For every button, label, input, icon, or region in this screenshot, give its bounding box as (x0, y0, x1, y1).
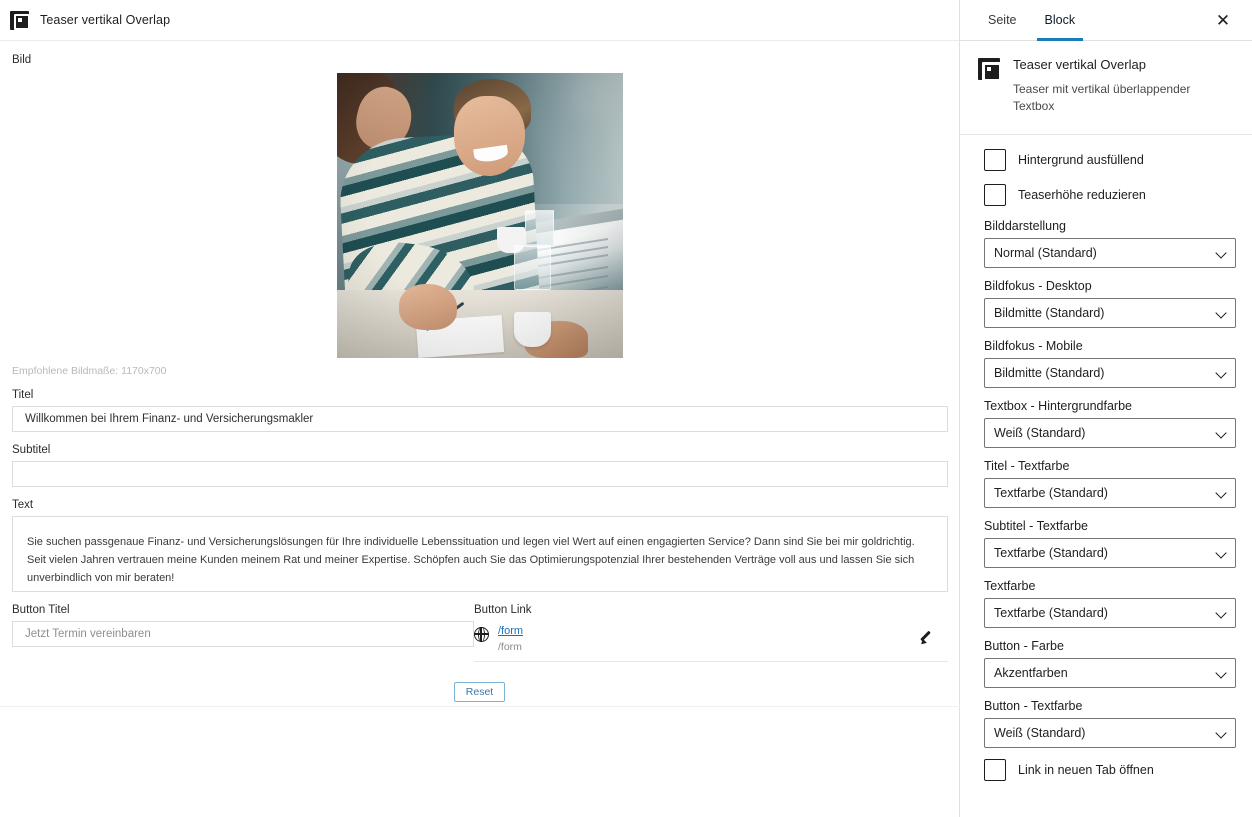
select-control[interactable]: Textfarbe (Standard) (984, 478, 1236, 509)
select-control[interactable]: Weiß (Standard) (984, 718, 1236, 749)
select-titel-textfarbe[interactable]: Textfarbe (Standard) (984, 478, 1236, 509)
select-label-textfarbe: Textfarbe (984, 579, 1036, 594)
checkbox-label: Teaserhöhe reduzieren (1018, 188, 1146, 203)
select-control[interactable]: Textfarbe (Standard) (984, 598, 1236, 629)
editor-body: Bild Empfohlene Bildmaße: 1170x700 Titel… (0, 54, 959, 702)
select-button-farbe[interactable]: Akzentfarben (984, 658, 1236, 689)
checkbox-label: Hintergrund ausfüllend (1018, 153, 1144, 168)
select-label-textbox-hintergrundfarbe: Textbox - Hintergrundfarbe (984, 399, 1132, 414)
block-toolbar-title: Teaser vertikal Overlap (40, 13, 171, 27)
button-title-column: Button Titel (0, 604, 474, 662)
checkbox-label: Link in neuen Tab öffnen (1018, 763, 1154, 778)
link-info: /form /form (498, 625, 523, 654)
text-field-label: Text (12, 499, 34, 511)
block-breadcrumb[interactable]: Teaser vertikal Overlap (10, 10, 171, 30)
subtitle-input[interactable] (12, 461, 948, 487)
block-teaser-icon (978, 58, 1002, 82)
checkbox-box[interactable] (984, 149, 1006, 172)
select-label-bilddarstellung: Bilddarstellung (984, 219, 1066, 234)
block-toolbar: Teaser vertikal Overlap (0, 0, 959, 41)
button-link-url[interactable]: /form (498, 625, 523, 639)
sidebar-controls: Hintergrund ausfüllend Teaserhöhe reduzi… (960, 135, 1252, 794)
select-bildfokus-mobile[interactable]: Bildmitte (Standard) (984, 358, 1236, 389)
button-link-row[interactable]: /form /form (473, 621, 948, 662)
select-control[interactable]: Weiß (Standard) (984, 418, 1236, 449)
title-field-label: Titel (12, 389, 34, 401)
teaser-image[interactable] (336, 73, 623, 358)
block-info-text: Teaser vertikal Overlap Teaser mit verti… (1013, 57, 1234, 115)
button-link-subtext: /form (498, 640, 522, 653)
edit-pencil-icon[interactable] (918, 629, 934, 645)
checkbox-box[interactable] (984, 184, 1006, 207)
button-link-label: Button Link (474, 604, 532, 616)
globe-icon (473, 626, 489, 642)
select-control[interactable]: Akzentfarben (984, 658, 1236, 689)
subtitle-field-label: Subtitel (12, 444, 51, 456)
button-title-label: Button Titel (12, 604, 70, 616)
select-button-textfarbe[interactable]: Weiß (Standard) (984, 718, 1236, 749)
image-preview-wrapper[interactable] (0, 73, 959, 358)
select-control[interactable]: Normal (Standard) (984, 238, 1236, 269)
settings-sidebar: Seite Block ✕ Teaser vertikal Overlap Te… (960, 0, 1252, 817)
select-textbox-hintergrundfarbe[interactable]: Weiß (Standard) (984, 418, 1236, 449)
title-input[interactable] (12, 406, 948, 432)
select-label-button-farbe: Button - Farbe (984, 639, 1064, 654)
select-label-bildfokus-mobile: Bildfokus - Mobile (984, 339, 1083, 354)
block-teaser-icon (10, 10, 30, 30)
checkbox-hintergrund-ausfuellend[interactable]: Hintergrund ausfüllend (984, 149, 1228, 172)
select-label-button-textfarbe: Button - Textfarbe (984, 699, 1083, 714)
button-link-column: Button Link /form /form (473, 604, 948, 662)
text-textarea[interactable]: Sie suchen passgenaue Finanz- und Versic… (12, 516, 948, 592)
select-textfarbe[interactable]: Textfarbe (Standard) (984, 598, 1236, 629)
select-bildfokus-desktop[interactable]: Bildmitte (Standard) (984, 298, 1236, 329)
button-settings-row: Button Titel Button Link /form /form (0, 604, 959, 662)
editor-pane: Teaser vertikal Overlap Bild Empfohlene … (0, 0, 960, 817)
select-control[interactable]: Bildmitte (Standard) (984, 358, 1236, 389)
checkbox-box[interactable] (984, 759, 1006, 782)
photo-vignette (336, 73, 623, 358)
select-control[interactable]: Textfarbe (Standard) (984, 538, 1236, 569)
tab-seite[interactable]: Seite (974, 0, 1031, 40)
checkbox-link-neuer-tab[interactable]: Link in neuen Tab öffnen (984, 759, 1228, 782)
reset-row: Reset (0, 681, 959, 702)
select-label-bildfokus-desktop: Bildfokus - Desktop (984, 279, 1092, 294)
select-label-titel-textfarbe: Titel - Textfarbe (984, 459, 1070, 474)
block-info-card: Teaser vertikal Overlap Teaser mit verti… (960, 41, 1252, 136)
close-sidebar-icon[interactable]: ✕ (1206, 0, 1240, 40)
select-bilddarstellung[interactable]: Normal (Standard) (984, 238, 1236, 269)
image-field-label: Bild (12, 54, 32, 66)
select-subtitel-textfarbe[interactable]: Textfarbe (Standard) (984, 538, 1236, 569)
tab-block[interactable]: Block (1031, 0, 1090, 41)
image-size-hint: Empfohlene Bildmaße: 1170x700 (12, 365, 167, 377)
select-control[interactable]: Bildmitte (Standard) (984, 298, 1236, 329)
editor-divider (0, 706, 960, 707)
sidebar-tabs: Seite Block ✕ (960, 0, 1252, 41)
editor-window: Teaser vertikal Overlap Bild Empfohlene … (0, 0, 1252, 817)
reset-button[interactable]: Reset (453, 681, 506, 702)
button-title-input[interactable] (12, 621, 474, 647)
block-card-title: Teaser vertikal Overlap (1013, 57, 1146, 72)
block-card-description: Teaser mit vertikal überlappender Textbo… (1013, 82, 1191, 114)
checkbox-teaserhoehe-reduzieren[interactable]: Teaserhöhe reduzieren (984, 184, 1228, 207)
select-label-subtitel-textfarbe: Subtitel - Textfarbe (984, 519, 1088, 534)
